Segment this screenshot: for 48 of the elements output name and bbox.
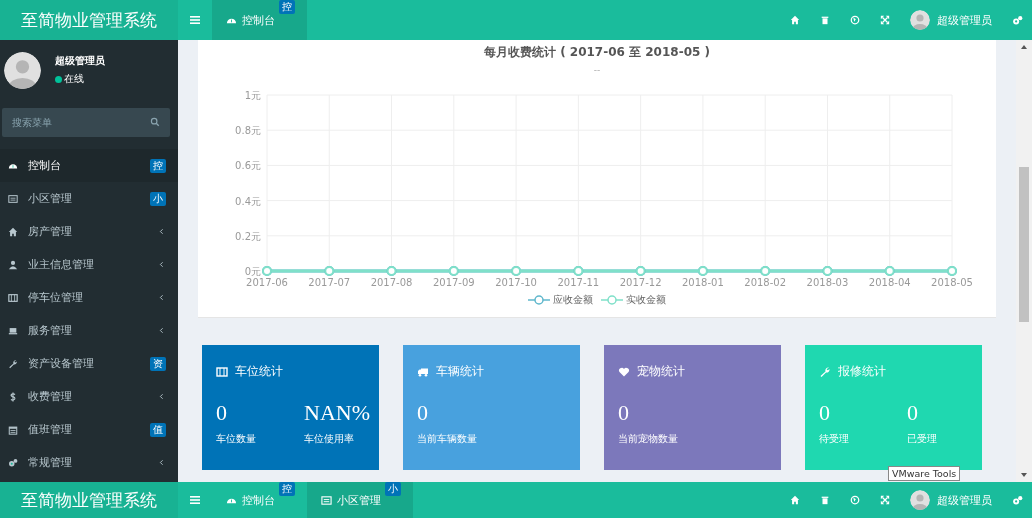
axis-label: 2018-03 bbox=[806, 277, 849, 288]
card-title: 车位统计 bbox=[235, 363, 283, 380]
chart-title: 每月收费统计 ( 2017-06 至 2018-05 ) bbox=[484, 44, 710, 61]
axis-label: 2018-01 bbox=[682, 277, 724, 288]
axis-label: 2017-06 bbox=[246, 277, 288, 288]
axis-label: 2017-07 bbox=[308, 277, 351, 288]
axis-label: 1元 bbox=[244, 90, 261, 101]
stat-label: 当前车辆数量 bbox=[417, 432, 478, 446]
tab-badge: 小 bbox=[385, 482, 401, 496]
axis-label: 0元 bbox=[244, 266, 261, 277]
stat-value: NAN% bbox=[304, 400, 371, 426]
stat-label: 当前宠物数量 bbox=[618, 432, 679, 446]
stat-label: 已受理 bbox=[907, 432, 938, 446]
tab-badge: 控 bbox=[279, 0, 295, 14]
tooltip: VMware Tools bbox=[888, 466, 961, 481]
stat-value: 0 bbox=[216, 400, 228, 426]
axis-label: 2018-04 bbox=[868, 277, 911, 288]
axis-label: 2017-10 bbox=[495, 277, 537, 288]
menu-badge: 控 bbox=[150, 158, 166, 173]
axis-label: 2018-02 bbox=[744, 277, 787, 288]
stat-label: 车位使用率 bbox=[304, 432, 355, 446]
card-title: 报修统计 bbox=[838, 363, 886, 380]
chart-subtitle: -- bbox=[593, 65, 601, 75]
user-status: 在线 bbox=[64, 72, 84, 86]
menu-badge: 值 bbox=[150, 422, 166, 437]
stat-label: 车位数量 bbox=[216, 432, 257, 446]
tab-badge: 控 bbox=[279, 482, 295, 496]
axis-label: 0.4元 bbox=[235, 195, 261, 207]
axis-label: 2017-08 bbox=[370, 277, 413, 288]
app-logo: 至简物业管理系统 bbox=[0, 0, 178, 40]
user-name: 超级管理员 bbox=[55, 54, 105, 68]
stat-value: 0 bbox=[417, 400, 429, 426]
axis-label: 2018-05 bbox=[931, 277, 973, 288]
axis-label: 0.8元 bbox=[235, 125, 261, 137]
stat-value: 0 bbox=[819, 400, 831, 426]
menu-badge: 资 bbox=[150, 356, 166, 371]
card-title: 宠物统计 bbox=[637, 363, 685, 380]
card-title: 车辆统计 bbox=[436, 363, 484, 380]
app-logo: 至简物业管理系统 bbox=[0, 482, 178, 518]
axis-label: 0.6元 bbox=[235, 160, 261, 172]
stat-value: 0 bbox=[618, 400, 630, 426]
menu-badge: 小 bbox=[150, 191, 166, 206]
stat-value: 0 bbox=[907, 400, 919, 426]
axis-label: 0.2元 bbox=[235, 230, 261, 242]
stat-label: 待受理 bbox=[819, 432, 850, 446]
axis-label: 2017-09 bbox=[432, 277, 475, 288]
axis-label: 2017-11 bbox=[557, 277, 600, 288]
axis-label: 2017-12 bbox=[619, 277, 662, 288]
